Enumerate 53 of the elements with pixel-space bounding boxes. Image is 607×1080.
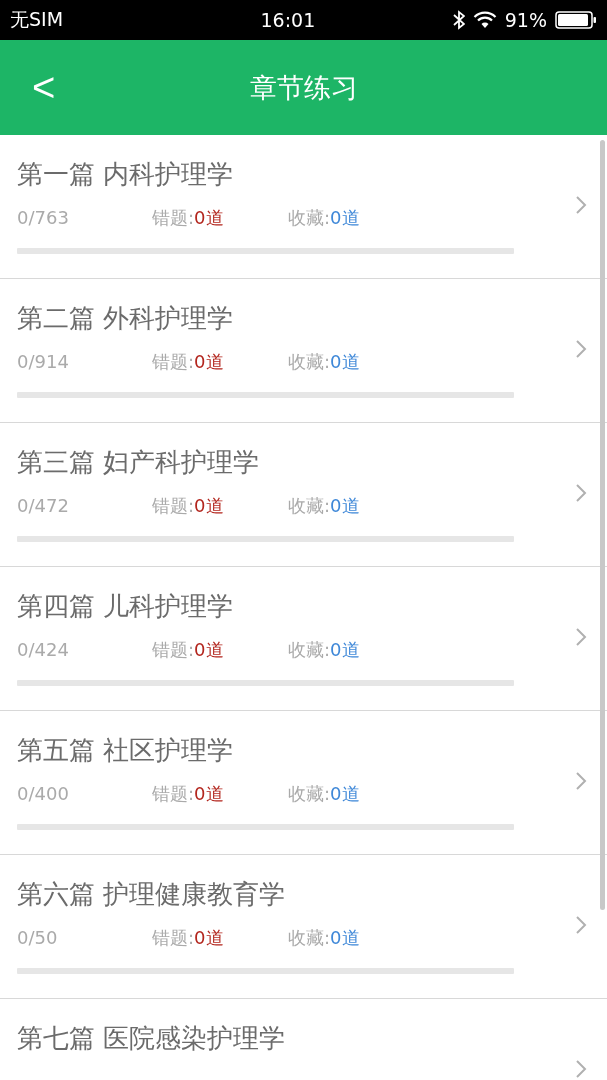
clock-text: 16:01 [259,9,317,31]
chapter-title: 第七篇 医院感染护理学 [17,1022,287,1055]
progress-count: 0/472 [17,494,70,518]
favorite-label: 收藏: [288,494,331,518]
favorite-label: 收藏: [288,782,331,806]
wrong-count: 0道 [194,638,224,662]
wrong-label: 错题: [152,350,195,374]
favorite-count: 0道 [330,782,360,806]
chapter-title: 第六篇 护理健康教育学 [17,878,287,911]
chapter-title: 第四篇 儿科护理学 [17,590,235,623]
wrong-label: 错题: [152,926,195,950]
chevron-icon [575,1059,587,1079]
wrong-count: 0道 [194,926,224,950]
wrong-label: 错题: [152,206,195,230]
chapter-title: 第二篇 外科护理学 [17,302,235,335]
battery-icon [555,10,597,30]
battery-percent: 91% [504,9,547,31]
page-title: 章节练习 [249,70,358,105]
wrong-count: 0道 [194,782,224,806]
wrong-count: 0道 [194,206,224,230]
progress-count: 0/400 [17,782,70,806]
chevron-icon [575,771,587,791]
favorite-label: 收藏: [288,638,331,662]
wrong-count: 0道 [194,494,224,518]
favorite-label: 收藏: [288,206,331,230]
chapter-title: 第五篇 社区护理学 [17,734,235,767]
chevron-icon [575,915,587,935]
bluetooth-icon [452,10,465,30]
wifi-icon [472,11,497,29]
chevron-icon [575,195,587,215]
wrong-label: 错题: [152,494,195,518]
progress-count: 0/424 [17,638,70,662]
chevron-icon [575,339,587,359]
chapter-title: 第三篇 妇产科护理学 [17,446,261,479]
wrong-label: 错题: [152,782,195,806]
chapter-item[interactable]: 第七篇 医院感染护理学 [0,999,607,1080]
chapter-item[interactable]: 第六篇 护理健康教育学 0/50 错题:0道 收藏:0道 [0,855,607,999]
favorite-count: 0道 [330,206,360,230]
progress-count: 0/914 [17,350,70,374]
favorite-label: 收藏: [288,350,331,374]
wrong-label: 错题: [152,638,195,662]
favorite-count: 0道 [330,638,360,662]
favorite-count: 0道 [330,350,360,374]
chevron-icon [575,627,587,647]
favorite-label: 收藏: [288,926,331,950]
favorite-count: 0道 [330,926,360,950]
progress-count: 0/50 [17,926,59,950]
chevron-icon [575,483,587,503]
carrier-text: 无SIM [10,7,64,32]
progress-count: 0/763 [17,206,70,230]
wrong-count: 0道 [194,350,224,374]
chapter-title: 第一篇 内科护理学 [17,158,235,191]
favorite-count: 0道 [330,494,360,518]
